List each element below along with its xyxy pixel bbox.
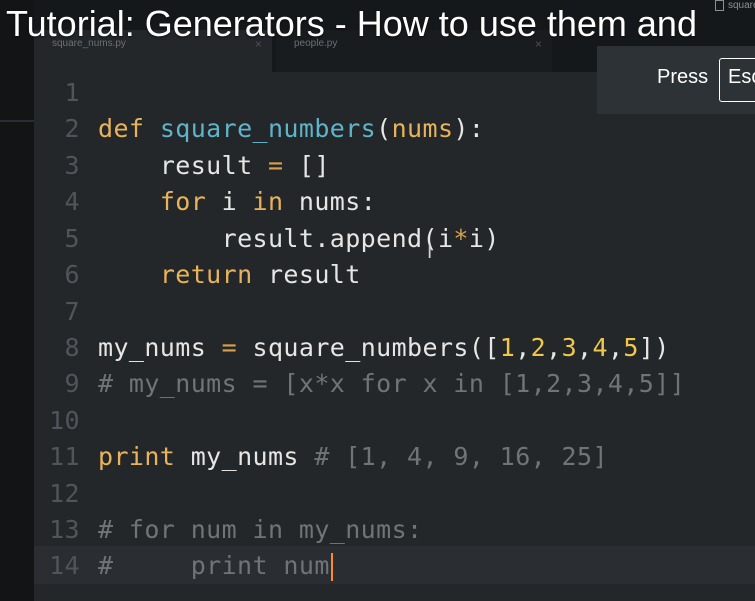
comment: # for num in my_nums: bbox=[98, 515, 423, 544]
line-number: 3 bbox=[64, 151, 80, 180]
keyword: def bbox=[98, 114, 145, 143]
number: 1 bbox=[499, 333, 516, 362]
comment: # my_nums = [x*x for x in [1,2,3,4,5]] bbox=[98, 369, 686, 398]
code-text: i bbox=[206, 187, 253, 216]
file-icon bbox=[715, 0, 724, 11]
keyword: return bbox=[159, 260, 253, 289]
line-number: 12 bbox=[49, 479, 80, 508]
parameter: nums bbox=[391, 114, 454, 143]
code-line: 10 bbox=[34, 403, 98, 439]
number: 2 bbox=[530, 333, 547, 362]
line-number: 2 bbox=[64, 114, 80, 143]
code-line: 3 result = [] bbox=[34, 148, 330, 184]
strip-marker bbox=[0, 120, 34, 122]
esc-hint-panel: Press Esc bbox=[597, 46, 755, 114]
file-chip-label: square bbox=[728, 0, 755, 12]
text-cursor bbox=[330, 553, 333, 581]
press-label: Press bbox=[657, 66, 709, 88]
keyword: print bbox=[98, 442, 176, 471]
code-text: nums: bbox=[283, 187, 377, 216]
code-text: my_nums bbox=[175, 442, 315, 471]
line-number: 13 bbox=[49, 515, 80, 544]
code-line: 14 # print num bbox=[34, 548, 333, 584]
line-number: 1 bbox=[64, 78, 80, 107]
code-line: 1 bbox=[34, 75, 98, 111]
variable: my_nums bbox=[98, 333, 207, 362]
line-number: 7 bbox=[64, 297, 80, 326]
code-editor[interactable]: 1 2 def square_numbers(nums): 3 result = … bbox=[34, 72, 755, 601]
line-number: 6 bbox=[64, 260, 80, 289]
operator: = bbox=[206, 333, 253, 362]
number: 3 bbox=[561, 333, 578, 362]
code-line: 7 bbox=[34, 294, 98, 330]
code-text: ]) bbox=[638, 333, 670, 362]
paren: ): bbox=[453, 114, 485, 143]
line-number: 8 bbox=[64, 333, 80, 362]
video-title: Tutorial: Generators - How to use them a… bbox=[6, 3, 697, 44]
line-number: 4 bbox=[64, 187, 80, 216]
code-line: 11 print my_nums # [1, 4, 9, 16, 25] bbox=[34, 439, 608, 475]
code-line: 8 my_nums = square_numbers([1,2,3,4,5]) bbox=[34, 330, 670, 366]
code-line: 9 # my_nums = [x*x for x in [1,2,3,4,5]] bbox=[34, 366, 685, 402]
line-number: 10 bbox=[49, 406, 80, 435]
code-text: square_numbers([ bbox=[252, 333, 500, 362]
keyword: in bbox=[252, 187, 284, 216]
line-number: 9 bbox=[64, 369, 80, 398]
variable: result bbox=[159, 151, 253, 180]
paren: ( bbox=[376, 114, 392, 143]
comment: # print num bbox=[98, 551, 330, 580]
esc-key-label: Esc bbox=[728, 66, 755, 88]
comment: # [1, 4, 9, 16, 25] bbox=[314, 442, 608, 471]
number: 4 bbox=[592, 333, 608, 362]
operator: = bbox=[252, 151, 299, 180]
code-text: result.append(i bbox=[221, 224, 454, 253]
code-line: 4 for i in nums: bbox=[34, 184, 376, 220]
line-number: 11 bbox=[49, 442, 80, 471]
literal: [] bbox=[298, 151, 330, 180]
code-line: 2 def square_numbers(nums): bbox=[34, 111, 484, 147]
operator: * bbox=[453, 224, 469, 253]
code-text: result bbox=[252, 260, 361, 289]
code-line: 13 # for num in my_nums: bbox=[34, 512, 422, 548]
line-number: 5 bbox=[64, 224, 80, 253]
function-name: square_numbers bbox=[159, 114, 377, 143]
number: 5 bbox=[623, 333, 639, 362]
esc-key[interactable]: Esc bbox=[719, 58, 755, 102]
keyword: for bbox=[159, 187, 207, 216]
ibeam-cursor-icon: I bbox=[427, 242, 433, 263]
code-line: 6 return result bbox=[34, 257, 361, 293]
code-text: i) bbox=[468, 224, 500, 253]
file-chip: square bbox=[715, 0, 755, 14]
window-left-strip bbox=[0, 0, 34, 601]
line-number: 14 bbox=[49, 551, 80, 580]
code-line: 12 bbox=[34, 476, 98, 512]
